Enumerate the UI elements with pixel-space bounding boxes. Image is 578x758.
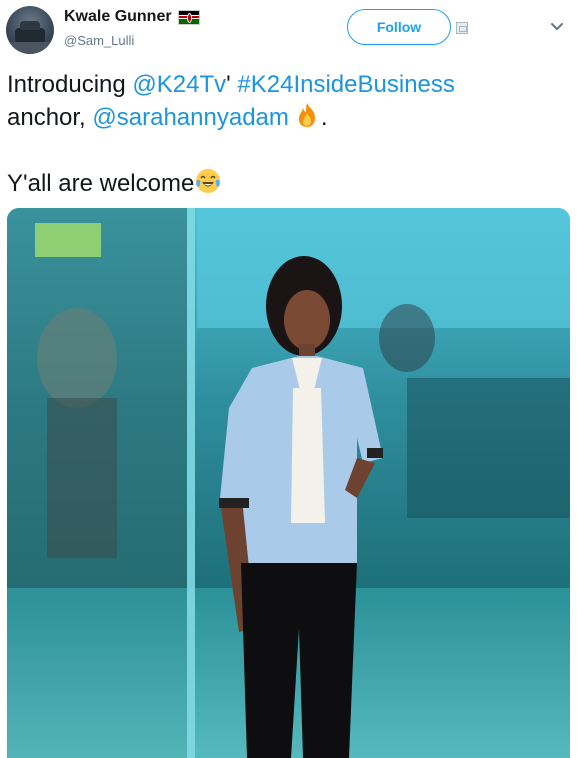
mention-k24tv[interactable]: @K24Tv xyxy=(132,71,226,98)
tweet-text-fragment: anchor, xyxy=(7,104,93,131)
tweet-text-fragment: Y'all are welcome xyxy=(7,170,195,197)
avatar-car xyxy=(15,21,45,42)
tweet-photo[interactable] xyxy=(7,208,570,758)
tweet-line-2: anchor, @sarahannyadam . xyxy=(7,101,567,134)
avatar-ground xyxy=(6,42,54,54)
tweet-text-fragment: Introducing xyxy=(7,71,133,98)
tweet-line-1: Introducing @K24Tv' #K24InsideBusiness xyxy=(7,68,567,101)
mention-sarahannyadam[interactable]: @sarahannyadam xyxy=(92,104,288,131)
tweet-header: Kwale Gunner @Sam_Lulli Follow xyxy=(0,0,578,60)
tweet-text-fragment: ' xyxy=(226,71,238,98)
avatar[interactable] xyxy=(6,6,54,54)
image-icon[interactable] xyxy=(456,22,468,34)
chevron-down-icon[interactable] xyxy=(550,20,564,34)
display-name[interactable]: Kwale Gunner xyxy=(64,8,172,26)
fire-emoji-icon xyxy=(298,103,315,127)
follow-button[interactable]: Follow xyxy=(347,9,451,45)
tweet-line-3: Y'all are welcome xyxy=(7,167,567,200)
tweet-text: Introducing @K24Tv' #K24InsideBusiness a… xyxy=(7,68,567,200)
tears-of-joy-emoji-icon xyxy=(196,169,221,193)
tweet-text-fragment: . xyxy=(320,104,328,131)
hashtag-k24insidebusiness[interactable]: #K24InsideBusiness xyxy=(237,71,454,98)
user-handle[interactable]: @Sam_Lulli xyxy=(64,33,134,48)
name-row: Kwale Gunner xyxy=(64,8,200,26)
photo-illustration xyxy=(7,208,570,758)
kenya-flag-icon xyxy=(177,9,200,25)
